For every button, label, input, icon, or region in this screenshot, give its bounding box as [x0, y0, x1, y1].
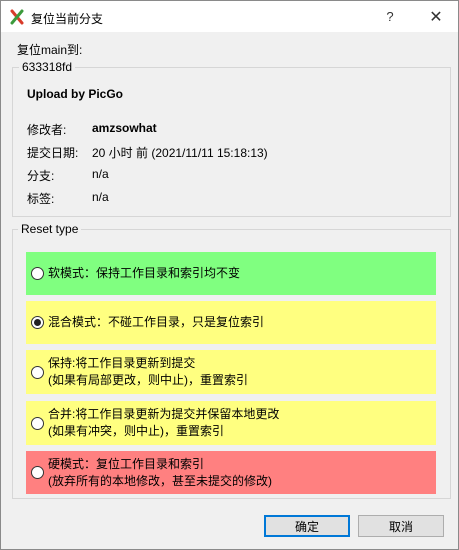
option-mixed-line1: 混合模式：不碰工作目录，只是复位索引	[48, 315, 265, 329]
option-keep-line2: (如果有局部更改，则中止)，重置索引	[48, 373, 248, 387]
tag-label: 标签:	[27, 192, 55, 206]
reset-option-soft[interactable]: 软模式：保持工作目录和索引均不变	[26, 252, 436, 295]
radio-hard[interactable]	[31, 466, 44, 479]
title-bar[interactable]: 复位当前分支 ? ✕	[1, 1, 458, 32]
reset-option-hard[interactable]: 硬模式：复位工作目录和索引 (放弃所有的本地修改，甚至未提交的修改)	[26, 451, 436, 494]
ok-button[interactable]: 确定	[264, 515, 350, 537]
radio-mixed[interactable]	[31, 316, 44, 329]
option-merge-line1: 合并:将工作目录更新为提交并保留本地更改	[48, 407, 280, 421]
help-button[interactable]: ?	[367, 1, 413, 32]
radio-soft[interactable]	[31, 267, 44, 280]
option-hard-line2: (放弃所有的本地修改，甚至未提交的修改)	[48, 473, 272, 488]
radio-merge[interactable]	[31, 416, 44, 430]
option-merge-line2: (如果有冲突，则中止)，重置索引	[48, 424, 224, 438]
commit-hash: 633318fd	[19, 60, 76, 74]
date-value: 20 小时 前 (2021/11/11 15:18:13)	[92, 146, 268, 160]
reset-type-legend: Reset type	[18, 222, 82, 236]
git-branch-icon	[10, 9, 24, 25]
option-soft-line1: 软模式：保持工作目录和索引均不变	[48, 266, 241, 280]
reset-option-keep[interactable]: 保持:将工作目录更新到提交 (如果有局部更改，则中止)，重置索引	[26, 350, 436, 394]
reset-option-merge[interactable]: 合并:将工作目录更新为提交并保留本地更改 (如果有冲突，则中止)，重置索引	[26, 401, 436, 445]
branch-value: n/a	[92, 167, 109, 181]
branch-label: 分支:	[27, 169, 55, 183]
cancel-button[interactable]: 取消	[358, 515, 444, 537]
option-keep-line1: 保持:将工作目录更新到提交	[48, 356, 196, 370]
reset-branch-dialog: 复位当前分支 ? ✕ 复位main到: 633318fd Upload by P…	[0, 0, 459, 550]
window-title: 复位当前分支	[31, 12, 104, 26]
reset-target-label: 复位main到:	[17, 43, 83, 57]
author-label: 修改者:	[27, 123, 67, 137]
commit-message: Upload by PicGo	[27, 87, 124, 101]
reset-option-mixed[interactable]: 混合模式：不碰工作目录，只是复位索引	[26, 301, 436, 344]
close-button[interactable]: ✕	[413, 1, 459, 32]
tag-value: n/a	[92, 190, 109, 204]
radio-keep[interactable]	[31, 365, 44, 379]
author-value: amzsowhat	[92, 121, 157, 135]
option-hard-line1: 硬模式：复位工作目录和索引	[48, 456, 205, 471]
date-label: 提交日期:	[27, 146, 79, 160]
